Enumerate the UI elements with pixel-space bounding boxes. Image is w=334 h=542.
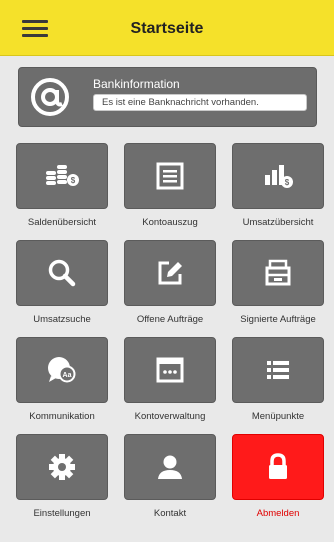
coins-stack-icon: $ — [16, 143, 108, 209]
tile-label: Signierte Aufträge — [240, 314, 316, 325]
person-icon — [124, 434, 216, 500]
svg-text:Aa: Aa — [63, 372, 72, 379]
tile-label: Umsatzsuche — [33, 314, 91, 325]
svg-text:$: $ — [285, 178, 290, 187]
svg-text:$: $ — [71, 176, 76, 185]
tile-einstellungen[interactable]: Einstellungen — [16, 434, 112, 529]
gear-icon — [16, 434, 108, 500]
tile-label: Kontoauszug — [142, 217, 198, 228]
tile-offene-auftraege[interactable]: Offene Aufträge — [124, 240, 220, 335]
tile-kontoverwaltung[interactable]: Kontoverwaltung — [124, 337, 220, 432]
archive-drawer-icon — [232, 240, 324, 306]
tile-abmelden[interactable]: Abmelden — [232, 434, 328, 529]
bank-message-field[interactable]: Es ist eine Banknachricht vorhanden. — [93, 94, 307, 111]
tile-kontoauszug[interactable]: Kontoauszug — [124, 143, 220, 238]
lock-icon — [232, 434, 324, 500]
bank-information-title: Bankinformation — [93, 77, 180, 91]
window-dots-icon — [124, 337, 216, 403]
page-title: Startseite — [130, 20, 204, 37]
tile-menuepunkte[interactable]: Menüpunkte — [232, 337, 328, 432]
tile-label: Saldenübersicht — [27, 217, 97, 228]
tile-label: Umsatzübersicht — [242, 217, 314, 228]
tile-signierte-auftraege[interactable]: Signierte Aufträge — [232, 240, 328, 335]
edit-document-icon — [124, 240, 216, 306]
chat-globe-icon: Aa — [16, 337, 108, 403]
hamburger-menu-icon[interactable] — [22, 20, 48, 38]
tile-label: Einstellungen — [33, 508, 91, 519]
bar-chart-coin-icon: $ — [232, 143, 324, 209]
tile-kontakt[interactable]: Kontakt — [124, 434, 220, 529]
list-icon — [232, 337, 324, 403]
tile-label: Menüpunkte — [251, 411, 305, 422]
at-sign-icon — [29, 76, 71, 118]
document-list-icon — [124, 143, 216, 209]
tile-saldenuebersicht[interactable]: $ Saldenübersicht — [16, 143, 112, 238]
bank-information-panel[interactable]: Bankinformation Es ist eine Banknachrich… — [18, 67, 317, 127]
tile-label: Kontoverwaltung — [134, 411, 206, 422]
tile-kommunikation[interactable]: Aa Kommunikation — [16, 337, 112, 432]
tile-label: Abmelden — [256, 508, 300, 519]
tile-label: Kommunikation — [29, 411, 95, 422]
tile-umsatzuebersicht[interactable]: $ Umsatzübersicht — [232, 143, 328, 238]
magnifier-icon — [16, 240, 108, 306]
tile-label: Kontakt — [153, 508, 187, 519]
tile-label: Offene Aufträge — [136, 314, 204, 325]
top-bar: Startseite — [0, 0, 334, 56]
tile-umsatzsuche[interactable]: Umsatzsuche — [16, 240, 112, 335]
